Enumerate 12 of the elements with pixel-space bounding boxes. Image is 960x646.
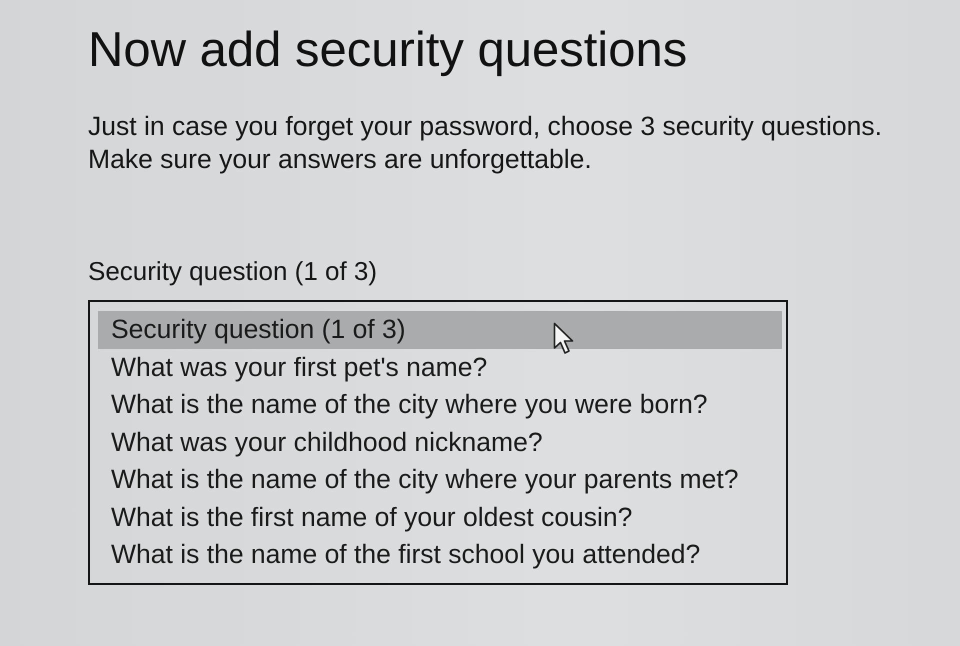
question-option[interactable]: What was your childhood nickname? [98,424,782,461]
question-option[interactable]: What was your first pet's name? [98,348,782,386]
page-title: Now add security questions [88,22,688,79]
question-option[interactable]: What is the name of the first school you attended? [98,536,782,574]
question-option[interactable]: What is the first name of your oldest cousin? [98,498,782,536]
question-list[interactable] [88,300,788,584]
intro-text: Just in case you forget your password, choose 3 security questions. [88,110,883,143]
intro-text: Make sure your answers are unforgettable. [88,143,593,176]
question-option[interactable]: What is the name of the city where your parents met? [98,461,782,498]
field-label: Security question (1 of 3) [88,256,378,286]
question-option[interactable]: Security question (1 of 3) [98,311,782,348]
question-option[interactable]: What is the name of the city where you were born? [98,386,782,424]
